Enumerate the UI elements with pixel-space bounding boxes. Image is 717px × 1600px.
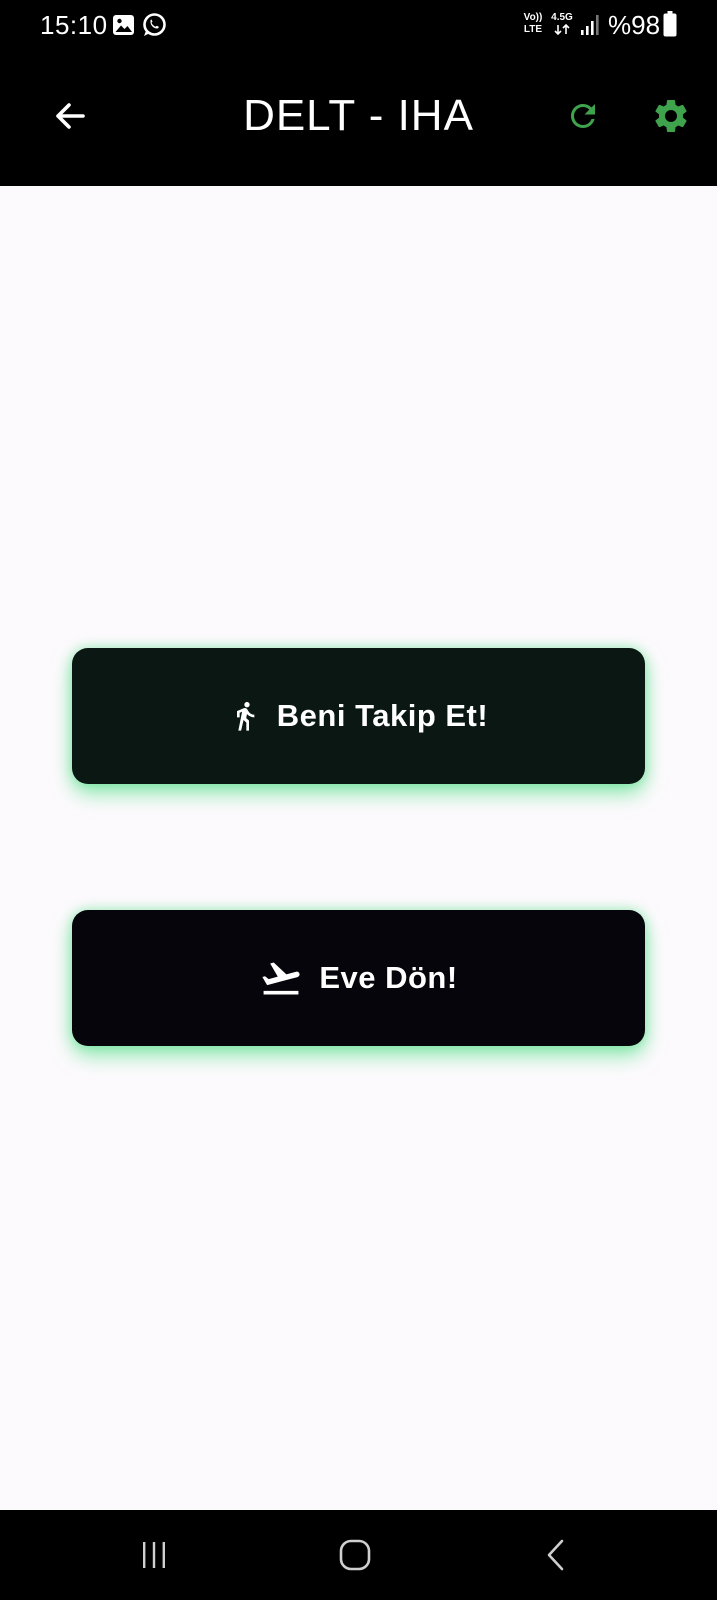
volte-indicator: Vo)) — [523, 12, 543, 23]
whatsapp-icon — [143, 13, 166, 36]
gallery-icon — [113, 15, 134, 35]
signal-icon — [581, 15, 599, 35]
refresh-icon — [571, 104, 595, 128]
back-icon — [547, 1539, 564, 1571]
follow-me-button[interactable]: Beni Takip Et! — [72, 648, 645, 784]
status-bar: 15:10 Vo)) LTE 4.5G %98 — [0, 0, 717, 50]
walking-person-icon — [229, 694, 261, 738]
system-nav-bar — [0, 1510, 717, 1600]
follow-me-label: Beni Takip Et! — [276, 698, 489, 733]
lte-indicator: LTE — [523, 24, 543, 35]
network-type: 4.5G — [551, 12, 573, 23]
status-time: 15:10 — [40, 10, 108, 40]
recent-apps-button[interactable] — [124, 1525, 184, 1585]
return-home-button[interactable]: Eve Dön! — [72, 910, 645, 1046]
battery-level: %98 — [608, 10, 661, 40]
data-arrows-icon — [554, 24, 570, 35]
recent-apps-icon — [143, 1542, 165, 1568]
flight-takeoff-icon — [259, 956, 303, 1000]
app-bar: DELT - IHA — [0, 50, 717, 186]
battery-icon — [663, 11, 677, 37]
return-home-label: Eve Dön! — [319, 960, 458, 995]
gear-icon — [655, 99, 687, 132]
settings-button[interactable] — [643, 88, 699, 144]
home-button[interactable] — [325, 1525, 385, 1585]
refresh-button[interactable] — [555, 88, 611, 144]
home-icon — [339, 1539, 371, 1571]
system-back-button[interactable] — [526, 1525, 586, 1585]
